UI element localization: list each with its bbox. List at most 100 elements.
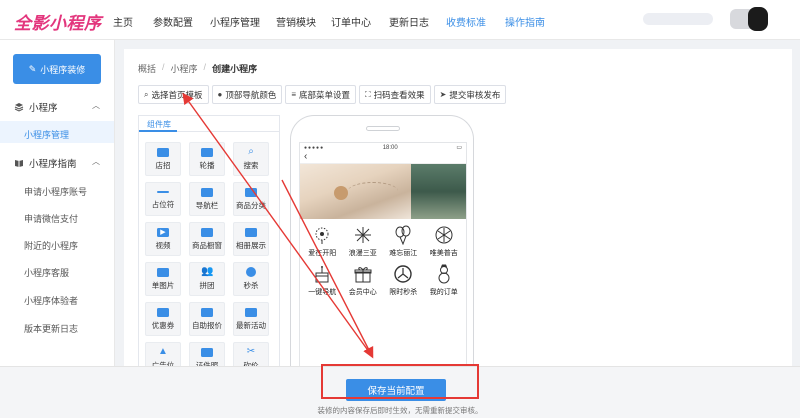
nav-marketing[interactable]: 营销模块	[276, 14, 316, 29]
nav-params[interactable]: 参数配置	[153, 14, 193, 29]
phone-grid-item[interactable]: 会员中心	[343, 264, 384, 297]
submit-review-button[interactable]: ➤ 提交审核发布	[433, 85, 507, 104]
phone-screen[interactable]: ●●●●● 18:00 ▭ ‹ 爱在开阳 浪漫三亚 难忘丽江 唯美普吉 一键导航…	[299, 142, 467, 385]
group-buy-icon: 👥	[201, 266, 214, 277]
sidebar-item-miniprogram-manage[interactable]: 小程序管理	[24, 128, 69, 141]
component-grid: 店招 轮播 ⌕ 搜索 占位符 导航栏 商品分类 ▶ 视频 商品橱窗 相册展示 单图片…	[145, 142, 269, 376]
component-coupon[interactable]: 优惠券	[145, 302, 181, 336]
save-hint-text: 装修的内容保存后即时生效，无需重新提交审核。	[317, 406, 483, 415]
placeholder-icon	[157, 191, 169, 193]
component-search[interactable]: ⌕ 搜索	[233, 142, 269, 176]
balloons-icon	[395, 225, 411, 245]
toolbar-label: 顶部导航颜色	[225, 89, 277, 100]
component-quote[interactable]: 自助报价	[189, 302, 225, 336]
component-image[interactable]: 单图片	[145, 262, 181, 296]
book-icon	[15, 160, 23, 167]
library-tabbar: 组件库	[139, 116, 279, 132]
top-nav-color-button[interactable]: ● 顶部导航颜色	[211, 85, 283, 104]
breadcrumb-separator: /	[162, 62, 165, 72]
sidebar-item-apply-account[interactable]: 申请小程序账号	[24, 185, 87, 198]
sidebar-section-miniprogram[interactable]: 小程序 ︿	[14, 100, 100, 114]
sidebar-item-testers[interactable]: 小程序体验者	[24, 294, 78, 307]
tab-underline	[139, 130, 177, 132]
phone-grid-item[interactable]: 浪漫三亚	[343, 225, 384, 258]
toolbar-label: 提交审核发布	[449, 89, 501, 100]
gift-icon	[354, 267, 372, 283]
bargain-icon: ✂	[246, 346, 256, 357]
back-icon[interactable]: ‹	[304, 151, 307, 162]
phone-grid-item[interactable]: 限时秒杀	[383, 264, 424, 297]
decorate-miniprogram-button[interactable]: ✎ 小程序装修	[13, 54, 101, 84]
component-carousel[interactable]: 轮播	[189, 142, 225, 176]
component-placeholder[interactable]: 占位符	[145, 182, 181, 216]
nav-miniprogram[interactable]: 小程序管理	[210, 14, 260, 29]
layers-icon	[14, 103, 24, 112]
decorate-button-label: 小程序装修	[40, 64, 86, 75]
navbar-icon	[201, 187, 213, 197]
phone-grid-item[interactable]: 难忘丽江	[383, 225, 424, 258]
breadcrumb-miniprogram[interactable]: 小程序	[171, 62, 198, 75]
sidebar-item-version-log[interactable]: 版本更新日志	[24, 322, 78, 335]
component-activity[interactable]: 最新活动	[233, 302, 269, 336]
sidebar-item-customer-service[interactable]: 小程序客服	[24, 266, 69, 279]
sidebar-item-wechat-pay[interactable]: 申请微信支付	[24, 212, 78, 225]
toolbar-label: 底部菜单设置	[299, 89, 351, 100]
phone-grid-item[interactable]: 我的订单	[424, 264, 465, 297]
nav-orders[interactable]: 订单中心	[331, 14, 371, 29]
component-video[interactable]: ▶ 视频	[145, 222, 181, 256]
fireworks-icon	[354, 227, 371, 243]
store-icon	[157, 147, 169, 157]
signal-icon: ●●●●●	[304, 144, 325, 151]
component-album[interactable]: 相册展示	[233, 222, 269, 256]
send-icon: ➤	[439, 90, 447, 99]
nav-guide[interactable]: 操作指南	[505, 14, 545, 29]
breadcrumb-overview[interactable]: 概括	[138, 62, 156, 75]
annotation-highlight-box	[321, 364, 479, 399]
component-store-sign[interactable]: 店招	[145, 142, 181, 176]
component-category[interactable]: 商品分类	[233, 182, 269, 216]
top-navigation-bar: 全影小程序 主页 参数配置 小程序管理 营销模块 订单中心 更新日志 收费标准 …	[0, 0, 800, 40]
ad-icon: ▲	[158, 346, 168, 357]
phone-grid-item[interactable]: 爱在开阳	[302, 225, 343, 258]
section-label: 小程序指南	[29, 159, 77, 170]
component-group-buy[interactable]: 👥 拼团	[189, 262, 225, 296]
avatar[interactable]	[748, 7, 768, 31]
dandelion-icon	[315, 227, 329, 244]
phone-speaker	[366, 126, 400, 131]
coupon-icon	[157, 307, 169, 317]
breadcrumb-current: 创建小程序	[212, 64, 258, 74]
scan-preview-button[interactable]: ⛶ 扫码查看效果	[359, 85, 431, 104]
sidebar-item-nearby[interactable]: 附近的小程序	[24, 239, 78, 252]
phone-grid-item[interactable]: 唯美普吉	[424, 225, 465, 258]
component-showcase[interactable]: 商品橱窗	[189, 222, 225, 256]
logo[interactable]: 全影小程序	[14, 9, 102, 34]
nav-changelog[interactable]: 更新日志	[389, 14, 429, 29]
select-template-button[interactable]: ⌕ 选择首页模板	[138, 85, 209, 104]
carousel-icon	[201, 147, 213, 157]
phone-icon-grid: 爱在开阳 浪漫三亚 难忘丽江 唯美普吉 一键导航 会员中心 限时秒杀 我的订单	[300, 219, 466, 297]
flash-sale-icon	[246, 267, 256, 277]
component-flash-sale[interactable]: 秒杀	[233, 262, 269, 296]
toolbar-label: 扫码查看效果	[373, 89, 425, 100]
bottom-menu-button[interactable]: ≡ 底部菜单设置	[285, 85, 357, 104]
clock-icon	[394, 265, 412, 283]
phone-banner[interactable]	[300, 164, 466, 219]
phone-grid-item[interactable]: 一键导航	[302, 264, 343, 297]
image-icon	[157, 267, 169, 277]
album-icon	[245, 227, 257, 237]
palette-icon: ●	[217, 90, 223, 99]
breadcrumb-separator: /	[203, 62, 207, 72]
category-icon	[245, 187, 257, 197]
component-navbar[interactable]: 导航栏	[189, 182, 225, 216]
nav-home[interactable]: 主页	[113, 14, 133, 29]
search-icon: ⌕	[144, 89, 149, 99]
main-panel: 概括 / 小程序 / 创建小程序 ⌕ 选择首页模板 ● 顶部导航颜色 ≡ 底部菜单设置…	[124, 49, 792, 385]
sidebar-section-guide[interactable]: 小程序指南 ︿	[14, 156, 100, 170]
phone-preview: ●●●●● 18:00 ▭ ‹ 爱在开阳 浪漫三亚 难忘丽江 唯美普吉 一键导航…	[290, 115, 474, 385]
search-icon: ⌕	[248, 146, 254, 157]
nav-pricing[interactable]: 收费标准	[446, 14, 486, 29]
phone-time: 18:00	[382, 144, 398, 151]
phone-status-bar: ●●●●● 18:00 ▭	[300, 143, 466, 152]
showcase-icon	[201, 227, 213, 237]
tab-components[interactable]: 组件库	[147, 119, 171, 130]
